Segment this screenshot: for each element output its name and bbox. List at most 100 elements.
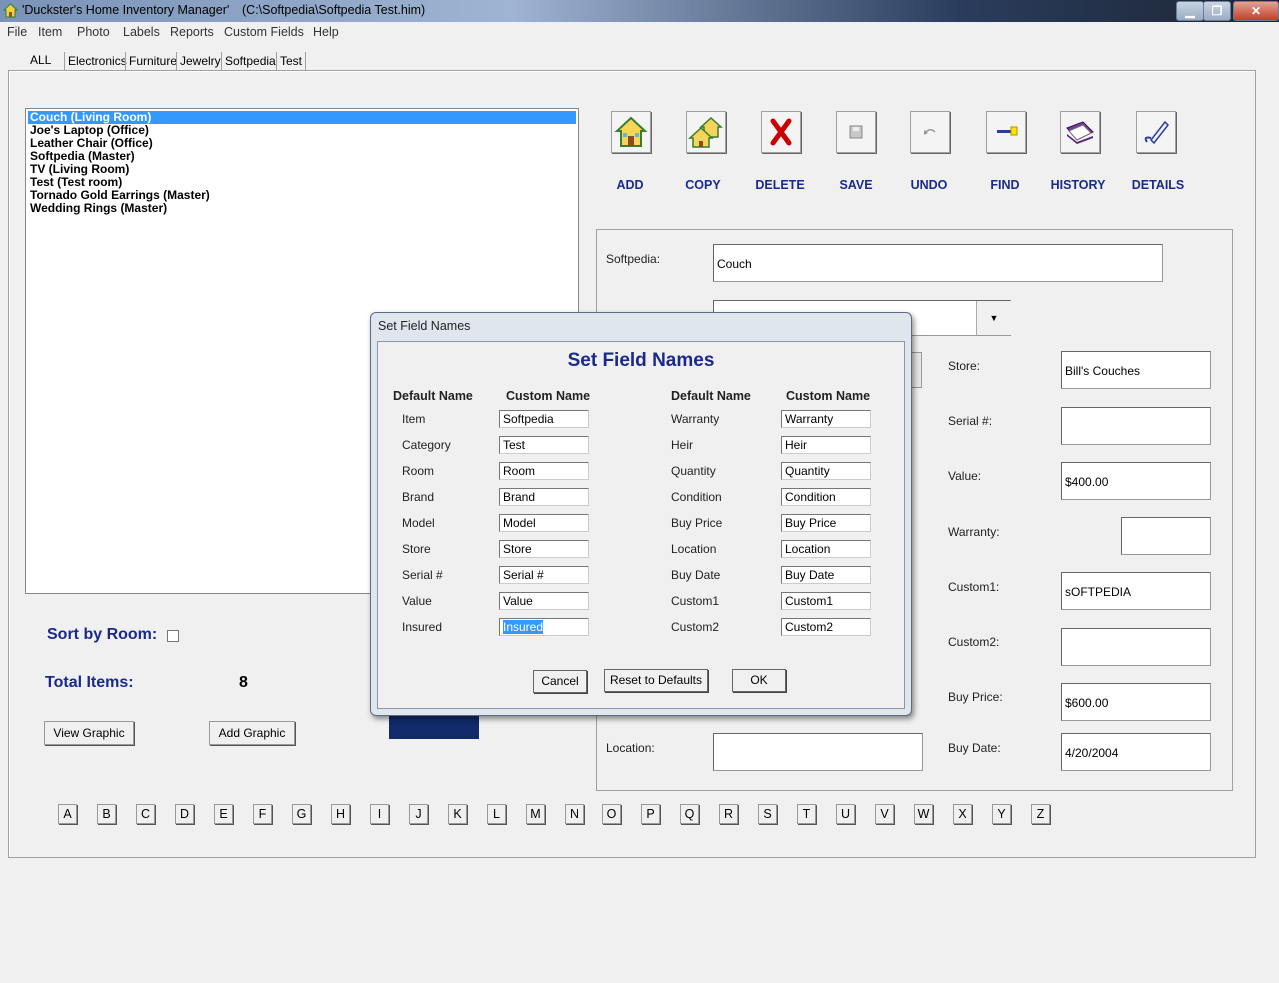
letter-button-x[interactable]: X: [953, 804, 972, 824]
value-field[interactable]: $400.00: [1061, 462, 1211, 500]
right-custom-name-field-8[interactable]: Custom2: [781, 618, 871, 636]
undo-label: UNDO: [910, 178, 948, 192]
tab-electronics[interactable]: Electronics: [64, 52, 130, 70]
view-graphic-button[interactable]: View Graphic: [44, 721, 134, 745]
right-custom-name-field-4[interactable]: Buy Price: [781, 514, 871, 532]
letter-button-h[interactable]: H: [331, 804, 350, 824]
store-field-label: Store:: [948, 359, 981, 373]
letter-button-g[interactable]: G: [292, 804, 311, 824]
serial-field[interactable]: [1061, 407, 1211, 445]
letter-button-r[interactable]: R: [719, 804, 738, 824]
left-custom-name-field-3[interactable]: Brand: [499, 488, 589, 506]
find-button[interactable]: [986, 111, 1026, 153]
letter-button-n[interactable]: N: [565, 804, 584, 824]
left-default-name-2: Room: [402, 464, 435, 478]
letter-button-j[interactable]: J: [409, 804, 428, 824]
letter-button-k[interactable]: K: [448, 804, 467, 824]
save-icon: [849, 125, 863, 139]
letter-button-t[interactable]: T: [797, 804, 816, 824]
right-custom-name-field-1[interactable]: Heir: [781, 436, 871, 454]
menu-help[interactable]: Help: [313, 25, 339, 39]
letter-button-a[interactable]: A: [58, 804, 77, 824]
menu-reports[interactable]: Reports: [170, 25, 214, 39]
letter-button-w[interactable]: W: [914, 804, 933, 824]
sort-by-room-checkbox[interactable]: [167, 630, 179, 642]
right-custom-name-field-2[interactable]: Quantity: [781, 462, 871, 480]
buy-price-field[interactable]: $600.00: [1061, 683, 1211, 721]
save-button[interactable]: [836, 111, 876, 153]
app-house-icon: [2, 3, 19, 18]
find-key-icon: [997, 126, 1018, 136]
custom1-field[interactable]: sOFTPEDIA: [1061, 572, 1211, 610]
total-items-label: Total Items:: [45, 674, 134, 691]
minimize-button[interactable]: ▁: [1176, 1, 1204, 21]
buy-date-field[interactable]: 4/20/2004: [1061, 733, 1211, 771]
menu-labels[interactable]: Labels: [123, 25, 160, 39]
tab-softpedia[interactable]: Softpedia: [221, 52, 279, 70]
tab-test[interactable]: Test: [276, 52, 307, 70]
add-graphic-button[interactable]: Add Graphic: [209, 721, 295, 745]
left-custom-name-field-2[interactable]: Room: [499, 462, 589, 480]
dialog-title: Set Field Names: [378, 319, 471, 333]
store-field[interactable]: Bill's Couches: [1061, 351, 1211, 389]
chevron-down-icon[interactable]: ▼: [976, 301, 1011, 335]
tab-all[interactable]: ALL: [27, 51, 54, 69]
letter-button-e[interactable]: E: [214, 804, 233, 824]
left-custom-name-field-1[interactable]: Test: [499, 436, 589, 454]
letter-button-i[interactable]: I: [370, 804, 389, 824]
ok-button[interactable]: OK: [732, 669, 786, 692]
menu-photo[interactable]: Photo: [77, 25, 110, 39]
location-field-label: Location:: [606, 741, 655, 755]
custom2-field[interactable]: [1061, 628, 1211, 666]
left-custom-name-field-6[interactable]: Serial #: [499, 566, 589, 584]
letter-button-s[interactable]: S: [758, 804, 777, 824]
menu-custom-fields[interactable]: Custom Fields: [224, 25, 304, 39]
add-button[interactable]: [611, 111, 651, 153]
history-button[interactable]: [1060, 111, 1100, 153]
letter-button-o[interactable]: O: [602, 804, 621, 824]
tab-furniture[interactable]: Furniture: [125, 52, 180, 70]
left-default-name-6: Serial #: [402, 568, 443, 582]
reset-to-defaults-button[interactable]: Reset to Defaults: [604, 669, 708, 692]
left-custom-name-field-0[interactable]: Softpedia: [499, 410, 589, 428]
delete-button[interactable]: [761, 111, 801, 153]
letter-button-l[interactable]: L: [487, 804, 506, 824]
letter-button-z[interactable]: Z: [1031, 804, 1050, 824]
left-custom-name-field-7[interactable]: Value: [499, 592, 589, 610]
right-custom-name-field-5[interactable]: Location: [781, 540, 871, 558]
close-button[interactable]: ✕: [1233, 1, 1279, 21]
letter-button-f[interactable]: F: [253, 804, 272, 824]
letter-button-d[interactable]: D: [175, 804, 194, 824]
cancel-button[interactable]: Cancel: [533, 670, 587, 693]
location-field[interactable]: [713, 733, 923, 771]
right-custom-name-field-3[interactable]: Condition: [781, 488, 871, 506]
letter-button-v[interactable]: V: [875, 804, 894, 824]
undo-button[interactable]: [910, 111, 950, 153]
menu-item[interactable]: Item: [38, 25, 62, 39]
history-label: HISTORY: [1050, 178, 1106, 192]
left-custom-name-field-8[interactable]: Insured: [499, 618, 589, 636]
right-custom-name-field-7[interactable]: Custom1: [781, 592, 871, 610]
letter-button-p[interactable]: P: [641, 804, 660, 824]
selected-text: Insured: [503, 620, 544, 634]
add-label: ADD: [616, 178, 644, 192]
details-button[interactable]: [1136, 111, 1176, 153]
right-custom-name-field-0[interactable]: Warranty: [781, 410, 871, 428]
left-custom-name-field-5[interactable]: Store: [499, 540, 589, 558]
tab-jewelry[interactable]: Jewelry: [176, 52, 224, 70]
letter-button-y[interactable]: Y: [992, 804, 1011, 824]
letter-button-m[interactable]: M: [526, 804, 545, 824]
list-item[interactable]: Wedding Rings (Master): [30, 202, 167, 215]
menu-file[interactable]: File: [7, 25, 27, 39]
letter-button-u[interactable]: U: [836, 804, 855, 824]
warranty-field[interactable]: [1121, 517, 1211, 555]
right-default-name-7: Custom1: [671, 594, 720, 608]
maximize-button[interactable]: ❐: [1203, 1, 1231, 21]
softpedia-field[interactable]: Couch: [713, 244, 1163, 282]
right-custom-name-field-6[interactable]: Buy Date: [781, 566, 871, 584]
copy-button[interactable]: [686, 111, 726, 153]
letter-button-q[interactable]: Q: [680, 804, 699, 824]
left-custom-name-field-4[interactable]: Model: [499, 514, 589, 532]
letter-button-b[interactable]: B: [97, 804, 116, 824]
letter-button-c[interactable]: C: [136, 804, 155, 824]
